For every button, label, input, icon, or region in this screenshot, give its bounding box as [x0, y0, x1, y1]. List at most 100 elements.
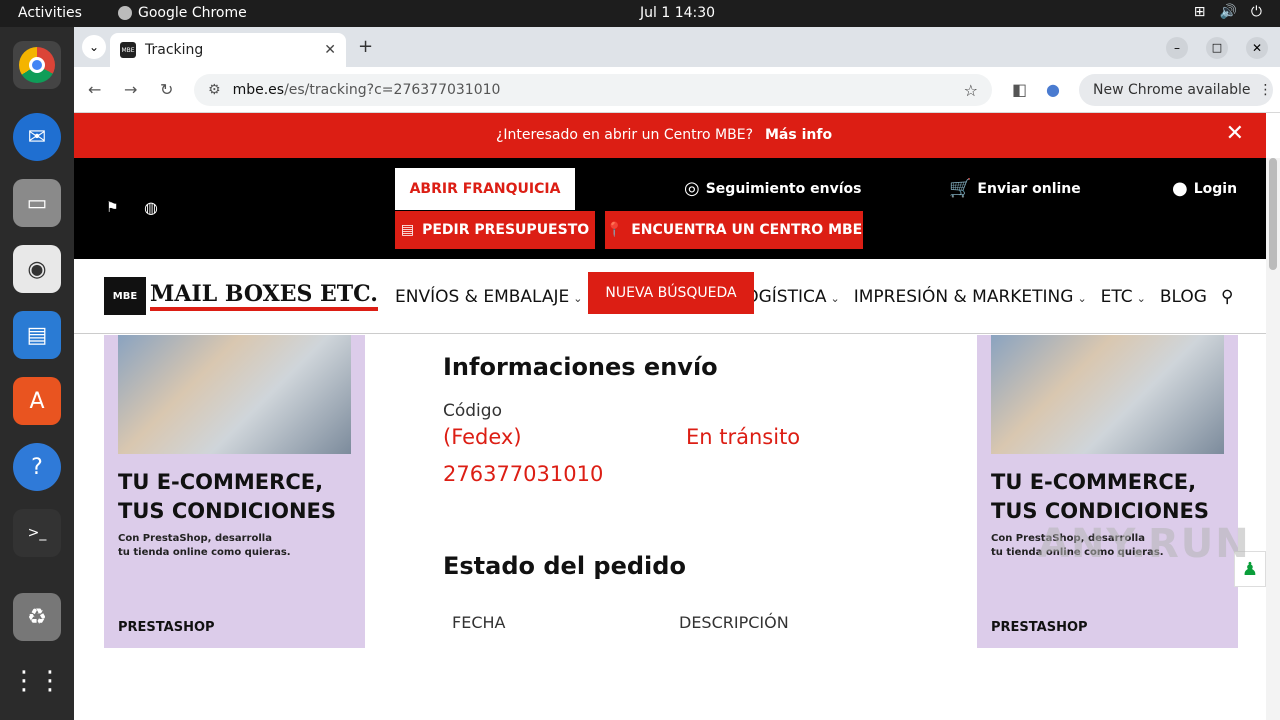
chevron-down-icon: ⌄ [830, 292, 840, 305]
trash-dock-icon[interactable]: ♻ [13, 593, 61, 641]
site-info-icon[interactable]: ⚙ [208, 82, 221, 98]
ad-headline-1: TU E-COMMERCE, [991, 470, 1197, 494]
minimize-icon[interactable]: – [1166, 37, 1188, 59]
user-icon: ● [1172, 178, 1188, 199]
info-envio-title: Informaciones envío [443, 353, 718, 381]
browser-window: ⌄ MBE Tracking ✕ + – □ ✕ ← → ↻ ⚙ mbe.es … [74, 27, 1280, 720]
forward-icon[interactable]: → [124, 80, 137, 99]
tab-list-icon[interactable]: ⌄ [82, 35, 106, 59]
bookmark-star-icon[interactable]: ☆ [964, 81, 978, 100]
col-descripcion: DESCRIPCIÓN [679, 613, 789, 632]
mas-info-link[interactable]: Más info [765, 127, 832, 143]
back-icon[interactable]: ← [88, 80, 101, 99]
login-label: Login [1193, 180, 1238, 197]
carrier-value: (Fedex) [443, 425, 522, 449]
profile-icon[interactable]: ● [1046, 80, 1060, 99]
login-link[interactable]: ● Login [1172, 178, 1237, 199]
apps-grid-icon[interactable]: ⋮⋮ [11, 657, 63, 705]
nav-etc[interactable]: ETC ⌄ [1101, 287, 1146, 307]
mbe-logo-badge: MBE [104, 277, 146, 315]
thunderbird-dock-icon[interactable]: ✉ [13, 113, 61, 161]
help-dock-icon[interactable]: ? [13, 443, 61, 491]
ad-brand: PRESTASHOP [118, 620, 215, 635]
search-icon[interactable]: ⚲ [1221, 287, 1233, 307]
ad-sub: Con PrestaShop, desarrolla tu tienda onl… [118, 532, 291, 560]
system-tray[interactable]: ⊞ 🔊 ⏻ [1194, 4, 1262, 20]
ad-headline: TU E-COMMERCE, TUS CONDICIONES [991, 468, 1209, 526]
ad-sub-1: Con PrestaShop, desarrolla [118, 533, 272, 544]
clock[interactable]: Jul 1 14:30 [640, 5, 715, 21]
chevron-down-icon: ⌄ [1077, 292, 1087, 305]
side-panel-icon[interactable]: ◧ [1012, 80, 1027, 99]
url-domain: mbe.es [232, 82, 285, 98]
seguimiento-label: Seguimiento envíos [705, 180, 862, 197]
nav-menu: ENVÍOS & EMBALAJE⌄ E-COMMERCE & LOGÍSTIC… [395, 287, 1233, 307]
toolbar: ← → ↻ ⚙ mbe.es /es/tracking?c=2763770310… [74, 67, 1280, 113]
address-bar[interactable]: ⚙ mbe.es /es/tracking?c=276377031010 ☆ [194, 74, 992, 106]
reload-icon[interactable]: ↻ [160, 80, 173, 99]
promo-banner: ¿Interesado en abrir un Centro MBE? Más … [74, 113, 1266, 158]
chat-icon: ▤ [400, 222, 415, 238]
os-top-bar: Activities Google Chrome Jul 1 14:30 ⊞ 🔊… [0, 0, 1280, 27]
cart-icon: 🛒 [949, 178, 972, 199]
power-icon: ⏻ [1250, 4, 1262, 20]
encuentra-centro-label: ENCUENTRA UN CENTRO MBE [631, 222, 863, 238]
mbe-favicon: MBE [120, 42, 136, 58]
promo-question: ¿Interesado en abrir un Centro MBE? [496, 127, 753, 143]
target-icon: ◎ [684, 178, 700, 199]
network-icon: ⊞ [1193, 4, 1206, 20]
new-tab-icon[interactable]: + [358, 36, 373, 57]
enviar-online-label: Enviar online [977, 180, 1081, 197]
seguimiento-link[interactable]: ◎ Seguimiento envíos [684, 178, 861, 199]
nav-blog[interactable]: BLOG [1160, 287, 1207, 307]
app-name: Google Chrome [138, 5, 247, 21]
new-chrome-button[interactable]: New Chrome available ⋮ [1079, 74, 1273, 106]
chevron-down-icon: ⌄ [573, 292, 583, 305]
nav-envios[interactable]: ENVÍOS & EMBALAJE ⌄ [395, 287, 583, 307]
url-path: /es/tracking?c=276377031010 [284, 82, 501, 98]
nav-impresion[interactable]: IMPRESIÓN & MARKETING ⌄ [854, 287, 1087, 307]
nueva-busqueda-button[interactable]: NUEVA BÚSQUEDA [588, 272, 754, 314]
new-chrome-label: New Chrome available [1093, 82, 1251, 98]
enviar-online-link[interactable]: 🛒 Enviar online [949, 178, 1081, 199]
more-menu-icon[interactable]: ⋮ [1259, 82, 1273, 98]
ad-right[interactable]: TU E-COMMERCE, TUS CONDICIONES Con Prest… [977, 335, 1238, 648]
status-value: En tránsito [686, 425, 801, 449]
page-scrollbar[interactable] [1266, 158, 1280, 720]
ad-photo [118, 335, 351, 454]
ad-left[interactable]: TU E-COMMERCE, TUS CONDICIONES Con Prest… [104, 335, 365, 648]
tab-tracking[interactable]: MBE Tracking ✕ [110, 33, 346, 67]
mbe-logo[interactable]: MBE MAIL BOXES ETC. [104, 277, 378, 315]
app-menu[interactable]: Google Chrome [118, 5, 247, 21]
ad-photo [991, 335, 1224, 454]
encuentra-centro-button[interactable]: 📍 ENCUENTRA UN CENTRO MBE [605, 211, 863, 249]
dock: ✉ ▭ ◉ ▤ A ? >_ ♻ ⋮⋮ [0, 27, 74, 720]
estado-pedido-title: Estado del pedido [443, 552, 686, 580]
activities-button[interactable]: Activities [18, 5, 82, 21]
ad-headline-1: TU E-COMMERCE, [118, 470, 324, 494]
col-fecha: FECHA [452, 613, 506, 632]
terminal-dock-icon[interactable]: >_ [13, 509, 61, 557]
maximize-icon[interactable]: □ [1206, 37, 1228, 59]
codigo-label: Código [443, 401, 502, 421]
ad-headline-2: TUS CONDICIONES [118, 499, 337, 523]
chevron-down-icon: ⌄ [1136, 292, 1146, 305]
close-promo-icon[interactable]: ✕ [1226, 121, 1244, 146]
globe-icon[interactable]: ◍ [144, 198, 158, 217]
flag-icon[interactable]: ⚑ [106, 200, 119, 216]
ad-brand: PRESTASHOP [991, 620, 1088, 635]
scrollbar-thumb[interactable] [1269, 158, 1277, 270]
nav-impresion-label: IMPRESIÓN & MARKETING [853, 287, 1074, 307]
tracking-code-value: 276377031010 [443, 462, 604, 486]
appcenter-dock-icon[interactable]: A [13, 377, 61, 425]
chrome-dock-icon[interactable] [13, 41, 61, 89]
nav-etc-label: ETC [1100, 287, 1133, 307]
close-tab-icon[interactable]: ✕ [324, 42, 336, 58]
volume-icon: 🔊 [1219, 4, 1237, 20]
writer-dock-icon[interactable]: ▤ [13, 311, 61, 359]
abrir-franquicia-button[interactable]: ABRIR FRANQUICIA [395, 168, 575, 210]
close-window-icon[interactable]: ✕ [1246, 37, 1268, 59]
rhythmbox-dock-icon[interactable]: ◉ [13, 245, 61, 293]
files-dock-icon[interactable]: ▭ [13, 179, 61, 227]
pedir-presupuesto-button[interactable]: ▤ PEDIR PRESUPUESTO [395, 211, 595, 249]
